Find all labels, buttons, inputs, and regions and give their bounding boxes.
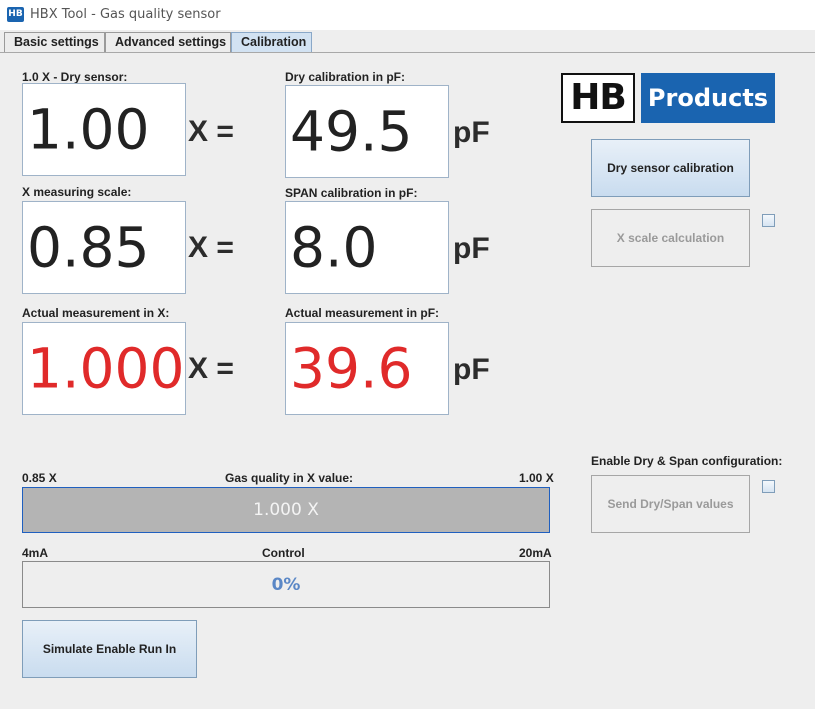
x-scale-label: X measuring scale: — [22, 185, 132, 199]
tab-basic-settings[interactable]: Basic settings — [4, 32, 105, 53]
actual-x-unit: X = — [188, 352, 234, 385]
tab-advanced-settings[interactable]: Advanced settings — [105, 32, 231, 53]
control-title: Control — [262, 546, 305, 560]
actual-pf-value: 39.6 — [290, 336, 413, 400]
enable-dry-span-label: Enable Dry & Span configuration: — [591, 454, 783, 468]
gas-quality-value: 1.000 X — [253, 500, 319, 520]
span-calibration-value: 8.0 — [290, 215, 378, 279]
x-scale-field[interactable]: 0.85 — [22, 201, 186, 294]
actual-pf-label: Actual measurement in pF: — [285, 306, 440, 320]
simulate-run-in-button[interactable]: Simulate Enable Run In — [22, 620, 197, 678]
actual-x-field: 1.000 — [22, 322, 186, 415]
span-calibration-label: SPAN calibration in pF: — [285, 186, 418, 200]
x-scale-unit: X = — [188, 231, 234, 264]
x-scale-calculation-button[interactable]: X scale calculation — [591, 209, 750, 267]
dry-calibration-value: 49.5 — [290, 99, 413, 163]
tab-bar: Basic settings Advanced settings Calibra… — [0, 30, 815, 53]
control-max-label: 20mA — [519, 546, 552, 560]
gas-quality-min-label: 0.85 X — [22, 471, 57, 485]
dry-calibration-unit: pF — [453, 116, 490, 149]
x-scale-checkbox[interactable] — [762, 214, 775, 227]
span-calibration-field[interactable]: 8.0 — [285, 201, 449, 294]
tab-divider — [0, 52, 815, 53]
products-logo: Products — [641, 73, 775, 123]
dry-sensor-field[interactable]: 1.00 — [22, 83, 186, 176]
window-title: HBX Tool - Gas quality sensor — [30, 7, 221, 22]
control-value: 0% — [271, 574, 301, 595]
title-bar: HB HBX Tool - Gas quality sensor — [0, 0, 815, 30]
app-logo-icon: HB — [7, 7, 24, 22]
control-min-label: 4mA — [22, 546, 49, 560]
actual-x-label: Actual measurement in X: — [22, 306, 170, 320]
send-dry-span-button[interactable]: Send Dry/Span values — [591, 475, 750, 533]
dry-calibration-field[interactable]: 49.5 — [285, 85, 449, 178]
dry-sensor-calibration-button[interactable]: Dry sensor calibration — [591, 139, 750, 197]
actual-x-value: 1.000 — [27, 336, 185, 400]
x-scale-value: 0.85 — [27, 215, 150, 279]
actual-pf-unit: pF — [453, 353, 490, 386]
tab-calibration[interactable]: Calibration — [231, 32, 312, 53]
span-calibration-unit: pF — [453, 232, 490, 265]
gas-quality-bar: 1.000 X — [22, 487, 550, 533]
dry-sensor-label: 1.0 X - Dry sensor: — [22, 70, 128, 84]
hb-logo: HB — [561, 73, 635, 123]
actual-pf-field: 39.6 — [285, 322, 449, 415]
dry-sensor-unit: X = — [188, 115, 234, 148]
enable-dry-span-checkbox[interactable] — [762, 480, 775, 493]
dry-sensor-value: 1.00 — [27, 97, 150, 161]
dry-calibration-label: Dry calibration in pF: — [285, 70, 406, 84]
gas-quality-title: Gas quality in X value: — [225, 471, 354, 485]
control-bar: 0% — [22, 561, 550, 608]
gas-quality-max-label: 1.00 X — [519, 471, 554, 485]
